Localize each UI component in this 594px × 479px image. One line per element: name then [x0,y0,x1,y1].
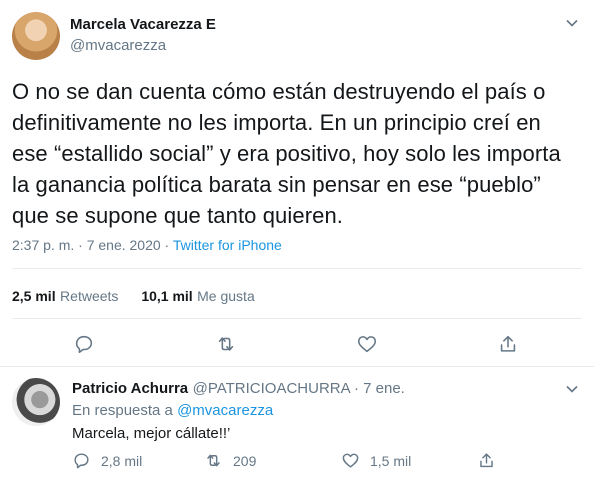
reply-author-avatar[interactable] [12,378,60,426]
reply-header: Patricio Achurra @PATRICIOACHURRA · 7 en… [72,380,405,398]
reply-author-handle[interactable]: @PATRICIOACHURRA [193,380,350,397]
retweets-label[interactable]: Retweets [60,288,118,304]
reply-likes-count[interactable]: 1,5 mil [370,453,411,469]
author-name[interactable]: Marcela Vacarezza E [70,16,216,33]
tweet-stats: 2,5 mil Retweets 10,1 mil Me gusta [12,288,255,306]
chevron-down-icon[interactable] [565,382,579,396]
tweet-text-line: la ganancia política barata sin pensar e… [12,172,541,197]
tweet-timestamp[interactable]: 2:37 p. m. · 7 ene. 2020 [12,237,161,253]
tweet-text-line: O no se dan cuenta cómo están destruyend… [12,79,546,104]
reply-timestamp[interactable]: · 7 ene. [350,380,405,397]
tweet-text-line: definitivamente no les importa. En un pr… [12,110,541,135]
tweet-text: O no se dan cuenta cómo están destruyend… [12,76,582,231]
in-reply-to: En respuesta a @mvacarezza [72,402,273,419]
in-reply-to-handle[interactable]: @mvacarezza [177,402,273,419]
share-icon[interactable] [497,333,519,355]
share-icon[interactable] [477,451,496,470]
reply-author-name[interactable]: Patricio Achurra [72,380,188,397]
reply-replies-count[interactable]: 2,8 mil [101,453,142,469]
author-handle[interactable]: @mvacarezza [70,37,166,54]
chevron-down-icon[interactable] [565,16,579,30]
divider [12,318,582,319]
heart-icon[interactable] [341,451,360,470]
heart-icon[interactable] [356,333,378,355]
retweet-icon[interactable] [204,451,223,470]
divider [12,268,582,269]
likes-count[interactable]: 10,1 mil [141,288,192,304]
reply-icon[interactable] [72,451,91,470]
likes-label[interactable]: Me gusta [197,288,255,304]
tweet-text-line: ese “estallido social” y era positivo, h… [12,141,561,166]
tweet-source-link[interactable]: Twitter for iPhone [173,237,282,253]
divider [0,366,594,367]
tweet-meta: 2:37 p. m. · 7 ene. 2020 · Twitter for i… [12,237,282,253]
tweet-text-line: que se supone que tanto quieren. [12,203,344,228]
retweet-icon[interactable] [215,333,237,355]
reply-text: Marcela, mejor cállate!!’ [72,425,231,442]
in-reply-to-prefix: En respuesta a [72,402,178,419]
reply-icon[interactable] [73,333,95,355]
reply-retweets-count[interactable]: 209 [233,453,256,469]
author-avatar[interactable] [12,12,60,60]
retweets-count[interactable]: 2,5 mil [12,288,56,304]
meta-separator: · [160,237,173,253]
